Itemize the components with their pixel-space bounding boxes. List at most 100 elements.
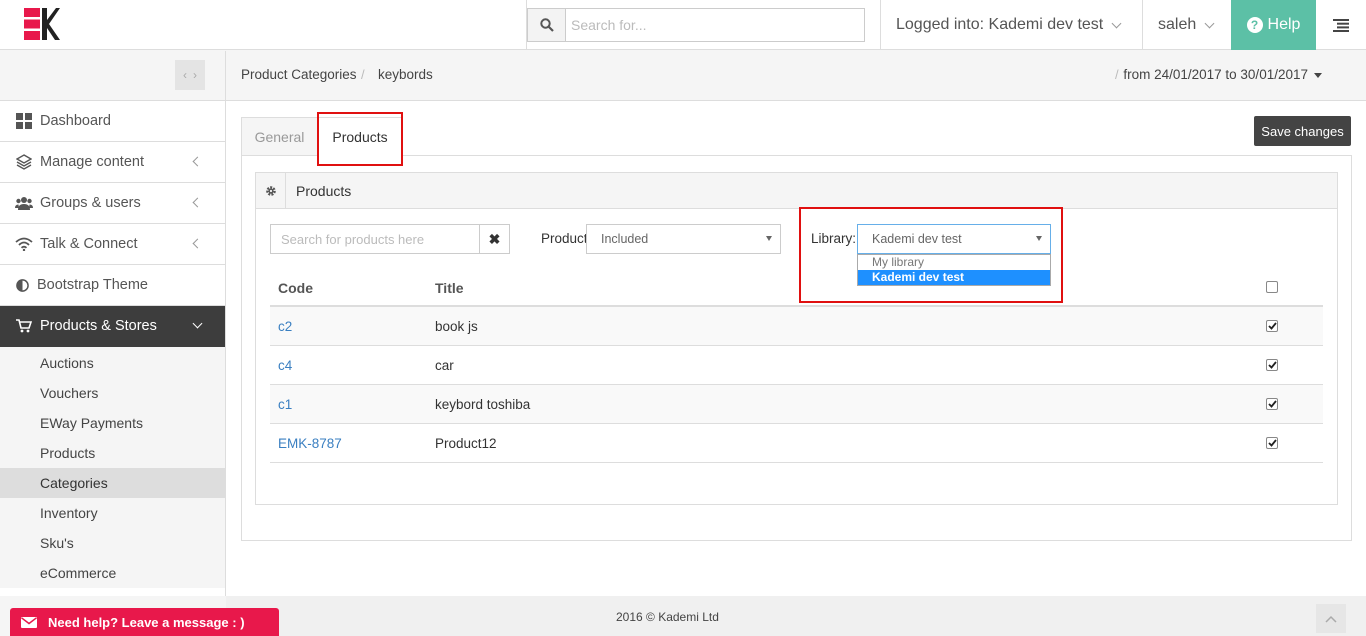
chevron-left-icon	[192, 197, 203, 208]
sidebar-item-bootstrap-theme[interactable]: Bootstrap Theme	[0, 265, 225, 306]
sidebar-item-label: Products & Stores	[40, 318, 157, 334]
search-icon	[539, 18, 554, 32]
help-label: Help	[1267, 16, 1301, 33]
breadcrumb: Product Categories / keybords / from 24/…	[226, 51, 1366, 101]
logged-into-label: Logged into: Kademi dev test	[896, 16, 1104, 33]
highlight-box-library-select	[799, 207, 1063, 303]
checkmark-icon	[1267, 361, 1277, 369]
row-checkbox[interactable]	[1266, 398, 1278, 410]
panel-settings-button[interactable]	[256, 173, 286, 208]
product-filter-select[interactable]: Included	[586, 224, 781, 254]
subnav-item-categories[interactable]: Categories	[0, 468, 225, 498]
table-row: c1 keybord toshiba	[270, 385, 1323, 424]
search-input[interactable]	[565, 8, 865, 42]
product-code-link[interactable]: EMK-8787	[278, 436, 342, 451]
envelope-icon	[10, 608, 48, 636]
search-button[interactable]	[527, 8, 565, 42]
sidebar-item-label: Groups & users	[40, 195, 141, 211]
chevron-left-icon	[192, 238, 203, 249]
tab-panel-products: Products ✖ Product Included Library: Kad…	[241, 155, 1352, 541]
subnav-item-skus[interactable]: Sku's	[0, 528, 225, 558]
checkmark-icon	[1267, 322, 1277, 330]
product-title: car	[435, 358, 454, 373]
save-changes-button[interactable]: Save changes	[1254, 116, 1351, 146]
header-search	[526, 0, 880, 50]
chevron-left-icon	[192, 156, 203, 167]
scroll-to-top-button[interactable]	[1316, 604, 1346, 633]
table-row: EMK-8787 Product12	[270, 424, 1323, 463]
panel-header: Products	[256, 173, 1337, 209]
sidebar-item-label: Dashboard	[40, 113, 111, 129]
sidebar-item-label: Talk & Connect	[40, 236, 138, 252]
contrast-icon	[15, 276, 29, 294]
product-code-link[interactable]: c4	[278, 358, 292, 373]
panel-title: Products	[296, 183, 352, 199]
product-code-link[interactable]: c1	[278, 397, 292, 412]
user-menu[interactable]: saleh	[1142, 0, 1230, 50]
breadcrumb-item-product-categories[interactable]: Product Categories	[241, 67, 357, 82]
question-icon: ?	[1246, 17, 1263, 33]
subnav-item-eway-payments[interactable]: EWay Payments	[0, 408, 225, 438]
cart-icon	[15, 317, 33, 335]
copyright-text: 2016 © Kademi Ltd	[616, 610, 719, 624]
clear-search-button[interactable]: ✖	[480, 224, 510, 254]
footer: 2016 © Kademi Ltd	[226, 596, 1366, 636]
product-filter-label: Product	[541, 231, 588, 246]
chevron-up-icon	[1325, 615, 1337, 623]
dashboard-icon	[15, 112, 33, 130]
chevron-right-icon: ›	[193, 68, 197, 82]
table-row: c4 car	[270, 346, 1323, 385]
subnav-item-vouchers[interactable]: Vouchers	[0, 378, 225, 408]
subnav-item-products[interactable]: Products	[0, 438, 225, 468]
main-content: General Products Save changes Products ✖…	[226, 101, 1366, 596]
logged-into-dropdown[interactable]: Logged into: Kademi dev test	[880, 0, 1142, 50]
menu-toggle-button[interactable]	[1316, 0, 1366, 50]
menu-lines-icon	[1333, 18, 1349, 32]
sidebar-item-label: Bootstrap Theme	[37, 277, 148, 293]
kademi-logo[interactable]	[24, 8, 60, 40]
column-header-title[interactable]: Title	[435, 280, 464, 296]
products-panel: Products ✖ Product Included Library: Kad…	[255, 172, 1338, 505]
need-help-widget[interactable]: Need help? Leave a message : )	[10, 608, 279, 636]
sidebar-item-manage-content[interactable]: Manage content	[0, 142, 225, 183]
subnav-item-inventory[interactable]: Inventory	[0, 498, 225, 528]
product-title: keybord toshiba	[435, 397, 531, 412]
close-icon: ✖	[488, 230, 501, 247]
gear-icon	[265, 185, 276, 196]
subnav-item-ecommerce[interactable]: eCommerce	[0, 558, 225, 588]
layers-icon	[15, 153, 33, 171]
sidebar-item-dashboard[interactable]: Dashboard	[0, 101, 225, 142]
help-button[interactable]: ? Help	[1231, 0, 1316, 50]
sidebar-item-products-stores[interactable]: Products & Stores	[0, 306, 225, 347]
row-checkbox[interactable]	[1266, 359, 1278, 371]
sidebar: ‹ › Dashboard Manage content Groups & us…	[0, 51, 226, 596]
product-search-input[interactable]	[270, 224, 480, 254]
sidebar-toggle-row: ‹ ›	[0, 51, 225, 101]
product-title: Product12	[435, 436, 497, 451]
user-name: saleh	[1158, 16, 1197, 33]
column-header-code[interactable]: Code	[278, 280, 313, 296]
checkmark-icon	[1267, 400, 1277, 408]
product-filter-value: Included	[601, 232, 649, 246]
product-title: book js	[435, 319, 478, 334]
tab-general[interactable]: General	[241, 117, 318, 155]
row-checkbox[interactable]	[1266, 320, 1278, 332]
breadcrumb-separator: /	[1115, 67, 1119, 82]
users-icon	[15, 194, 33, 212]
need-help-label: Need help? Leave a message : )	[48, 614, 245, 630]
select-all-checkbox[interactable]	[1266, 281, 1278, 293]
subnav-item-auctions[interactable]: Auctions	[0, 348, 225, 378]
caret-down-icon	[1314, 72, 1322, 78]
chevron-down-icon	[1111, 18, 1122, 28]
date-range-picker[interactable]: from 24/01/2017 to 30/01/2017	[1123, 67, 1322, 82]
chevron-down-icon	[192, 318, 203, 329]
sidebar-item-groups-users[interactable]: Groups & users	[0, 183, 225, 224]
chevron-down-icon	[1204, 18, 1215, 28]
product-code-link[interactable]: c2	[278, 319, 292, 334]
row-checkbox[interactable]	[1266, 437, 1278, 449]
sidebar-item-talk-connect[interactable]: Talk & Connect	[0, 224, 225, 265]
products-stores-subnav: Auctions Vouchers EWay Payments Products…	[0, 347, 225, 588]
sidebar-collapse-button[interactable]: ‹ ›	[175, 60, 205, 90]
chevron-left-icon: ‹	[183, 68, 187, 82]
table-header: Code Title	[270, 268, 1323, 307]
